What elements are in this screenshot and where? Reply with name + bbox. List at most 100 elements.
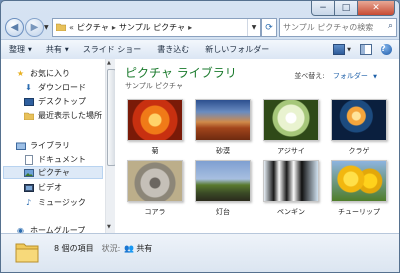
library-title: ピクチャ ライブラリ (125, 66, 237, 80)
arrange-label: 並べ替え: (294, 72, 325, 80)
search-icon[interactable]: ⌕ (388, 21, 393, 31)
sidebar-libraries-header[interactable]: ライブラリ (15, 139, 70, 152)
share-menu[interactable]: 共有 ▼ (46, 44, 69, 55)
pictures-icon (23, 168, 34, 178)
sidebar-item-videos[interactable]: ビデオ (23, 181, 62, 194)
downloads-icon: ⬇ (25, 83, 32, 92)
sidebar-header-label: ライブラリ (30, 141, 70, 150)
videos-icon (23, 183, 34, 193)
search-box[interactable]: ⌕ (279, 18, 397, 37)
folder-icon (55, 23, 67, 33)
sidebar-item-label: ミュージック (38, 198, 86, 207)
breadcrumb-separator-icon[interactable]: ▸ (112, 23, 116, 32)
thumbnail-item[interactable]: 砂漠 (193, 99, 253, 156)
sidebar-item-label: ドキュメント (38, 155, 86, 164)
help-icon: ? (381, 44, 392, 55)
chevron-down-icon[interactable]: ▼ (373, 74, 377, 80)
address-dropdown-icon[interactable]: ▼ (247, 19, 260, 36)
back-arrow-icon: ◀ (10, 22, 19, 33)
thumbnail-caption: コアラ (144, 208, 166, 216)
content-pane: ピクチャ ライブラリ サンプル ピクチャ 並べ替え: フォルダー ▼ 菊 砂漠 … (115, 59, 399, 233)
chrysanthemum-image (127, 99, 183, 141)
scroll-down-icon[interactable]: ▼ (107, 224, 111, 230)
thumbnail-item[interactable]: チューリップ (329, 160, 389, 217)
thumbnail-item[interactable]: ペンギン (261, 160, 321, 217)
burn-label: 書き込む (157, 45, 190, 54)
sidebar-item-pictures[interactable]: ピクチャ (3, 166, 103, 179)
view-icon (332, 44, 345, 55)
slideshow-label: スライド ショー (82, 45, 142, 54)
forward-button[interactable]: ▶ (25, 18, 44, 37)
slideshow-button[interactable]: スライド ショー (83, 44, 142, 55)
lighthouse-image (195, 160, 251, 202)
breadcrumb-separator-icon[interactable]: ▸ (188, 23, 192, 32)
library-subtitle[interactable]: サンプル ピクチャ (125, 81, 183, 91)
help-button[interactable]: ? (380, 43, 393, 56)
back-button[interactable]: ◀ (5, 18, 24, 37)
chevron-down-icon: ▼ (28, 46, 32, 53)
arrange-by: 並べ替え: フォルダー ▼ (294, 71, 377, 81)
close-button[interactable]: ✕ (358, 1, 395, 16)
arrange-value-link[interactable]: フォルダー (333, 72, 368, 80)
tulips-image (331, 160, 387, 202)
thumbnail-item[interactable]: 灯台 (193, 160, 253, 217)
music-icon: ♪ (25, 198, 32, 207)
desert-image (195, 99, 251, 141)
thumbnail-caption: チューリップ (338, 208, 380, 216)
chevron-down-icon: ▼ (64, 46, 69, 53)
hydrangeas-image (263, 99, 319, 141)
breadcrumb-overflow[interactable]: « (69, 23, 74, 32)
sidebar-item-documents[interactable]: ドキュメント (23, 153, 86, 166)
explorer-window: − □ ✕ ◀ ▶ ▼ « ピクチャ ▸ サンプル ピクチャ ▸ ▼ ⟳ ⌕ (0, 0, 400, 273)
share-label: 共有 (45, 45, 62, 54)
caption-buttons: − □ ✕ (311, 1, 395, 16)
view-controls: ▼ ? (328, 43, 393, 56)
sidebar-item-recent-places[interactable]: 最近表示した場所 (23, 109, 102, 122)
sidebar-item-label: ビデオ (38, 183, 62, 192)
navigation-bar: ◀ ▶ ▼ « ピクチャ ▸ サンプル ピクチャ ▸ ▼ ⟳ ⌕ (1, 15, 399, 39)
thumbnail-item[interactable]: クラゲ (329, 99, 389, 156)
sidebar-item-desktop[interactable]: デスクトップ (23, 95, 86, 108)
thumbnail-caption: クラゲ (348, 147, 370, 155)
navigation-pane-scrollbar[interactable]: ▲ ▼ (105, 59, 116, 233)
sidebar-item-music[interactable]: ♪ ミュージック (23, 196, 86, 209)
refresh-button[interactable]: ⟳ (261, 18, 277, 37)
sidebar-item-label: ピクチャ (38, 168, 70, 177)
thumbnail-caption: 灯台 (216, 208, 230, 216)
scroll-up-icon[interactable]: ▲ (107, 60, 111, 66)
thumbnail-caption: 菊 (151, 147, 159, 155)
sidebar-item-downloads[interactable]: ⬇ ダウンロード (23, 81, 86, 94)
desktop-icon (23, 97, 34, 107)
preview-pane-button[interactable] (359, 43, 372, 56)
documents-icon (23, 154, 34, 165)
forward-arrow-icon: ▶ (30, 22, 39, 33)
thumbnail-caption: 砂漠 (216, 147, 230, 155)
maximize-button[interactable]: □ (335, 1, 358, 16)
search-input[interactable] (280, 22, 381, 33)
view-dropdown-icon[interactable]: ▼ (347, 47, 351, 53)
breadcrumb-pictures[interactable]: ピクチャ (77, 22, 109, 33)
sidebar-favorites-header[interactable]: ★ お気に入り (15, 67, 70, 80)
preview-pane-icon (359, 44, 372, 55)
folder-icon (15, 241, 39, 263)
sidebar-header-label: お気に入り (30, 69, 70, 78)
address-bar[interactable]: « ピクチャ ▸ サンプル ピクチャ ▸ ▼ (52, 18, 261, 37)
sidebar-item-label: ダウンロード (38, 83, 86, 92)
organize-label: 整理 (9, 45, 25, 54)
thumbnail-item[interactable]: 菊 (125, 99, 185, 156)
item-count: 8 個の項目 (54, 244, 94, 253)
organize-menu[interactable]: 整理 ▼ (9, 44, 32, 55)
koala-image (127, 160, 183, 202)
recent-pages-dropdown-icon[interactable]: ▼ (44, 24, 49, 31)
thumbnail-item[interactable]: コアラ (125, 160, 185, 217)
penguins-image (263, 160, 319, 202)
thumbnail-item[interactable]: アジサイ (261, 99, 321, 156)
new-folder-button[interactable]: 新しいフォルダー (205, 44, 269, 55)
change-view-button[interactable] (332, 43, 345, 56)
libraries-icon (15, 141, 26, 151)
burn-button[interactable]: 書き込む (157, 44, 189, 55)
jellyfish-image (331, 99, 387, 141)
thumbnail-caption: アジサイ (277, 147, 305, 155)
breadcrumb-sample-pictures[interactable]: サンプル ピクチャ (119, 22, 185, 33)
minimize-button[interactable]: − (311, 1, 335, 16)
